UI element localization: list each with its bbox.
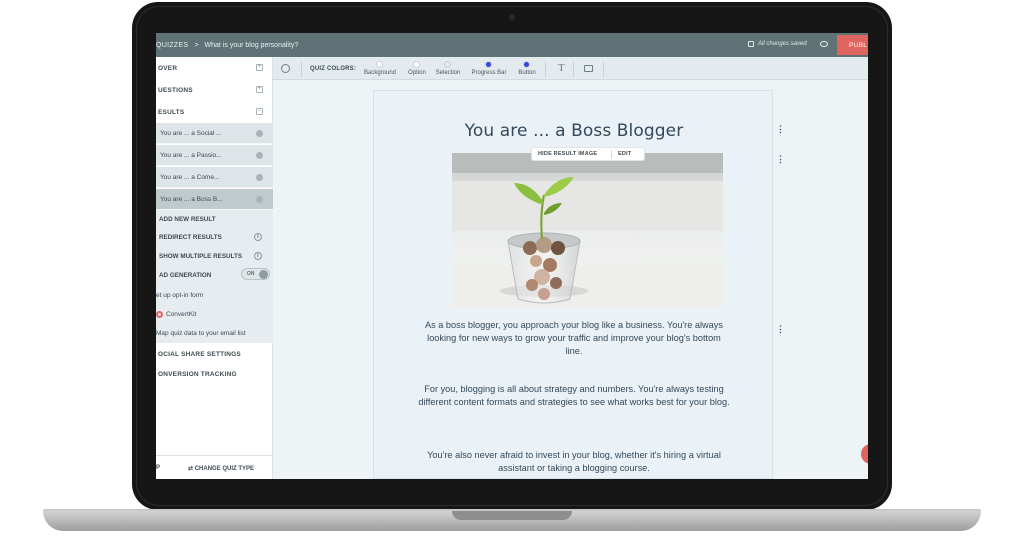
gear-icon[interactable] bbox=[256, 196, 263, 203]
result-paragraph-1[interactable]: As a boss blogger, you approach your blo… bbox=[418, 319, 730, 358]
result-item[interactable]: You are ... a Social ... bbox=[156, 123, 273, 144]
sidebar-item-label: ESULTS bbox=[158, 108, 185, 116]
show-multiple-results-option[interactable]: SHOW MULTIPLE RESULTS i bbox=[156, 247, 273, 265]
sidebar-item-label: UESTIONS bbox=[158, 86, 193, 94]
swatch-background[interactable] bbox=[376, 61, 383, 68]
map-quiz-data-label: Map quiz data to your email list bbox=[156, 329, 246, 337]
convertkit-label: ConvertKit bbox=[166, 310, 197, 318]
result-canvas: You are ... a Boss Blogger ⋮ HIDE RESULT… bbox=[373, 90, 785, 479]
sidebar-item-results[interactable]: ESULTS − bbox=[156, 101, 273, 123]
convertkit-link[interactable]: ConvertKit bbox=[156, 305, 273, 323]
image-icon[interactable] bbox=[584, 65, 593, 72]
change-quiz-type-button[interactable]: ⇄ CHANGE QUIZ TYPE bbox=[188, 465, 254, 472]
swatch-label: Button bbox=[518, 70, 536, 76]
sidebar-item-questions[interactable]: UESTIONS + bbox=[156, 79, 273, 101]
result-item[interactable]: You are ... a Come... bbox=[156, 167, 273, 188]
sidebar-item-conversion-tracking[interactable]: ONVERSION TRACKING bbox=[156, 363, 273, 385]
toolbar-divider bbox=[603, 61, 604, 77]
lead-generation-toggle[interactable]: ON bbox=[241, 268, 270, 280]
top-bar: QUIZZES > What is your blog personality?… bbox=[156, 33, 868, 57]
preview-eye-icon[interactable] bbox=[820, 41, 828, 47]
optin-form-label: et up opt-in form bbox=[156, 291, 204, 299]
chat-launcher-button[interactable] bbox=[861, 444, 868, 464]
collapse-icon[interactable]: − bbox=[256, 108, 263, 115]
swatch-selection[interactable] bbox=[444, 61, 451, 68]
redirect-results-label: REDIRECT RESULTS bbox=[159, 234, 222, 241]
gear-icon[interactable] bbox=[256, 152, 263, 159]
convertkit-icon bbox=[156, 310, 163, 318]
result-item-label: You are ... a Boss B... bbox=[160, 195, 223, 203]
app-screen: QUIZZES > What is your blog personality?… bbox=[156, 33, 868, 479]
edit-image-button[interactable]: EDIT bbox=[618, 151, 631, 157]
sidebar-item-label: OVER bbox=[158, 64, 178, 72]
breadcrumb-quizzes[interactable]: QUIZZES bbox=[156, 42, 188, 49]
image-toolbar-divider bbox=[611, 150, 612, 159]
info-icon[interactable]: i bbox=[254, 252, 262, 260]
sidebar: OVER + UESTIONS + ESULTS − You are ... a… bbox=[156, 57, 273, 479]
publish-button[interactable]: PUBL bbox=[837, 35, 868, 55]
quiz-colors-toolbar: QUIZ COLORS: Background Option Selection… bbox=[273, 57, 868, 80]
info-icon[interactable]: i bbox=[254, 233, 262, 241]
laptop-mockup: QUIZZES > What is your blog personality?… bbox=[0, 0, 1024, 538]
toolbar-divider bbox=[545, 61, 546, 77]
toggle-state-label: ON bbox=[247, 271, 255, 277]
swatch-label: Progress Bar bbox=[471, 70, 507, 76]
more-options-icon[interactable]: ⋮ bbox=[776, 155, 785, 164]
swatch-label: Option bbox=[408, 70, 426, 76]
breadcrumb-separator: > bbox=[194, 41, 199, 49]
sidebar-footer: P ⇄ CHANGE QUIZ TYPE bbox=[156, 455, 273, 479]
lead-generation-label: AD GENERATION bbox=[159, 271, 212, 279]
show-multiple-results-label: SHOW MULTIPLE RESULTS bbox=[159, 252, 243, 260]
swatch-option[interactable] bbox=[413, 61, 420, 68]
quiz-colors-label: QUIZ COLORS: bbox=[310, 66, 357, 72]
save-status-icon bbox=[748, 41, 754, 47]
swatch-button[interactable] bbox=[523, 61, 530, 68]
toggle-knob bbox=[259, 270, 268, 279]
result-item-label: You are ... a Passio... bbox=[160, 151, 222, 159]
palette-icon[interactable] bbox=[281, 64, 290, 73]
webcam-icon bbox=[509, 14, 515, 20]
add-new-result-button[interactable]: ADD NEW RESULT bbox=[156, 210, 273, 228]
map-quiz-data-link[interactable]: Map quiz data to your email list bbox=[156, 323, 273, 343]
expand-icon[interactable]: + bbox=[256, 64, 263, 71]
plant-in-coin-jar-image bbox=[452, 153, 723, 308]
swatch-label: Selection bbox=[435, 70, 461, 76]
sidebar-item-label: ONVERSION TRACKING bbox=[158, 370, 237, 378]
hide-result-image-button[interactable]: HIDE RESULT IMAGE bbox=[538, 151, 597, 157]
result-item-active[interactable]: You are ... a Boss B... bbox=[156, 189, 273, 210]
result-title[interactable]: You are ... a Boss Blogger bbox=[374, 121, 774, 141]
result-item-label: You are ... a Social ... bbox=[160, 129, 222, 137]
result-image[interactable] bbox=[452, 153, 723, 308]
lead-generation-row: AD GENERATION ON bbox=[156, 265, 273, 285]
expand-icon[interactable]: + bbox=[256, 86, 263, 93]
swatch-label: Background bbox=[363, 70, 397, 76]
more-options-icon[interactable]: ⋮ bbox=[776, 325, 785, 334]
result-paragraph-3[interactable]: You're also never afraid to invest in yo… bbox=[418, 449, 730, 475]
result-item-label: You are ... a Come... bbox=[160, 173, 220, 181]
save-status: All changes saved bbox=[758, 41, 807, 47]
swatch-progress-bar[interactable] bbox=[485, 61, 492, 68]
image-toolbar: HIDE RESULT IMAGE EDIT bbox=[531, 147, 645, 161]
toolbar-divider bbox=[301, 61, 302, 77]
sidebar-item-cover[interactable]: OVER + bbox=[156, 57, 273, 79]
sidebar-item-social-share[interactable]: OCIAL SHARE SETTINGS bbox=[156, 343, 273, 365]
sidebar-item-label: OCIAL SHARE SETTINGS bbox=[158, 350, 241, 358]
more-options-icon[interactable]: ⋮ bbox=[776, 125, 785, 134]
redirect-results-option[interactable]: REDIRECT RESULTS i bbox=[156, 228, 273, 247]
text-format-icon[interactable]: T bbox=[558, 62, 565, 74]
footer-left-button[interactable]: P bbox=[156, 465, 160, 471]
gear-icon[interactable] bbox=[256, 174, 263, 181]
gear-icon[interactable] bbox=[256, 130, 263, 137]
quiz-title: What is your blog personality? bbox=[204, 41, 299, 49]
optin-form-link[interactable]: et up opt-in form bbox=[156, 285, 273, 305]
result-paragraph-2[interactable]: For you, blogging is all about strategy … bbox=[418, 383, 730, 409]
laptop-notch bbox=[452, 511, 572, 520]
result-item[interactable]: You are ... a Passio... bbox=[156, 145, 273, 166]
add-new-result-label: ADD NEW RESULT bbox=[159, 215, 216, 223]
toolbar-divider bbox=[573, 61, 574, 77]
